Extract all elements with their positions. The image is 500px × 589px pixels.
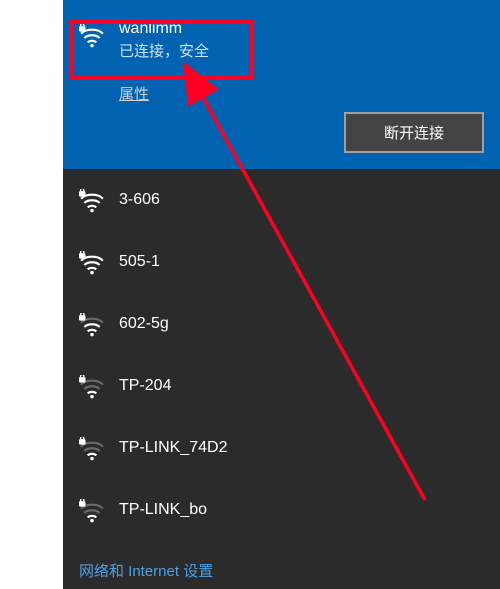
wifi-secured-icon [79,251,105,277]
wifi-secured-icon [79,24,105,50]
wifi-secured-icon [79,313,105,339]
wifi-network-item[interactable]: 3-606 [63,169,500,231]
wifi-ssid-label: TP-LINK_bo [119,501,207,519]
wifi-network-item[interactable]: TP-204 [63,355,500,417]
wifi-flyout-panel: wanlimm 已连接，安全 属性 断开连接 3-606 505-1 602-5g T… [63,0,500,589]
wifi-secured-icon [79,189,105,215]
networks-list: 3-606 505-1 602-5g TP-204 TP-LINK_74D2 TP-LIN… [63,169,500,541]
wifi-network-item[interactable]: 602-5g [63,293,500,355]
disconnect-row: 断开连接 [79,112,484,153]
wifi-network-item[interactable]: 505-1 [63,231,500,293]
network-settings-link[interactable]: 网络和 Internet 设置 [63,552,229,589]
wifi-network-item[interactable]: TP-LINK_74D2 [63,417,500,479]
wifi-ssid-label: 505-1 [119,253,160,271]
wifi-secured-icon [79,375,105,401]
wifi-connected-item[interactable]: wanlimm 已连接，安全 属性 断开连接 [63,0,500,169]
wifi-connected-text: wanlimm 已连接，安全 [119,20,209,61]
connected-status: 已连接，安全 [119,40,209,61]
wifi-secured-icon [79,499,105,525]
wifi-ssid-label: TP-204 [119,377,171,395]
wifi-ssid-label: 3-606 [119,191,160,209]
wifi-secured-icon [79,437,105,463]
wifi-ssid-label: 602-5g [119,315,169,333]
wifi-ssid-label: TP-LINK_74D2 [119,439,228,457]
disconnect-button[interactable]: 断开连接 [344,112,484,153]
wifi-connected-row: wanlimm 已连接，安全 [79,20,484,61]
wifi-network-item[interactable]: TP-LINK_bo [63,479,500,541]
connected-ssid: wanlimm [119,20,209,38]
properties-link[interactable]: 属性 [119,83,149,104]
